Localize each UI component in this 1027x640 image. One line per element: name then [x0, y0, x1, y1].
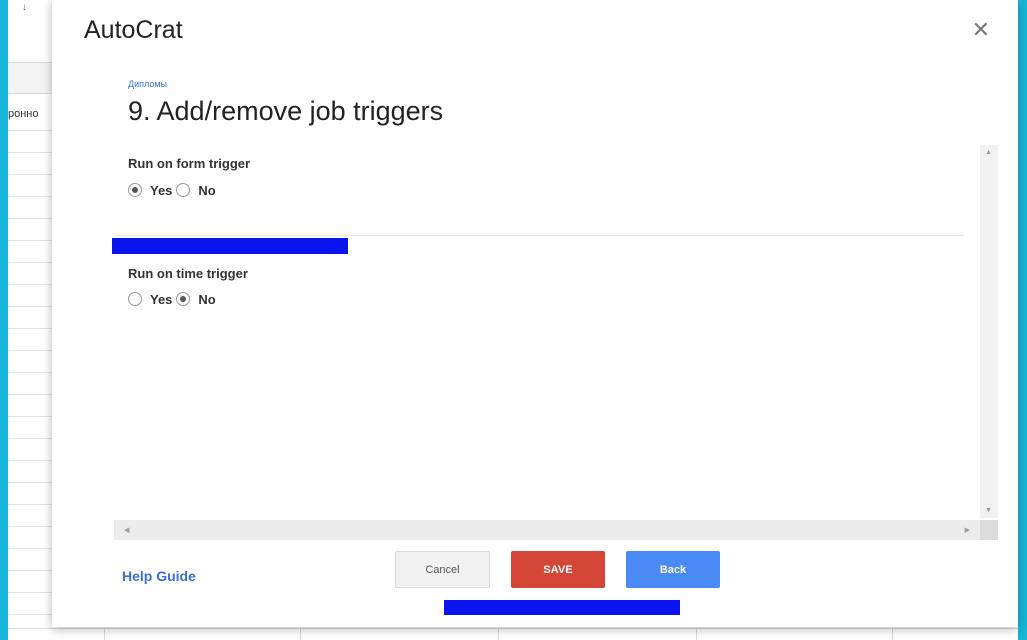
form-trigger-yes-label[interactable]: Yes	[150, 183, 172, 198]
autocrat-dialog: AutoCrat ✕ Дипломы 9. Add/remove job tri…	[52, 0, 1018, 627]
form-trigger-options: Yes No	[128, 181, 216, 199]
time-trigger-yes-label[interactable]: Yes	[150, 292, 172, 307]
triangle-up-icon[interactable]: ▲	[985, 149, 992, 156]
time-trigger-yes-radio[interactable]	[128, 292, 142, 306]
sheet-column-line	[892, 628, 893, 640]
time-trigger-no-radio[interactable]	[176, 292, 191, 306]
redaction-bar	[444, 600, 680, 615]
sheet-bottom-rule	[8, 628, 1018, 629]
horizontal-scrollbar[interactable]: ◀ ▶	[114, 520, 980, 540]
save-button[interactable]: SAVE	[511, 551, 605, 588]
form-trigger-no-label[interactable]: No	[198, 183, 215, 198]
redaction-bar	[112, 238, 348, 254]
triangle-right-icon[interactable]: ▶	[965, 526, 970, 534]
sort-icon: ↓	[22, 2, 27, 13]
form-trigger-yes-radio[interactable]	[128, 183, 142, 197]
triangle-down-icon[interactable]: ▼	[985, 507, 992, 514]
sheet-column-line	[498, 628, 499, 640]
breadcrumb[interactable]: Дипломы	[128, 79, 167, 89]
scrollbar-corner	[980, 520, 998, 540]
screen-frame: ↓ роннo AutoCrat ✕ Дипломы 9. Add/remove…	[0, 0, 1027, 640]
sheet-column-line	[696, 628, 697, 640]
time-trigger-options: Yes No	[128, 290, 216, 308]
form-trigger-no-radio[interactable]	[176, 183, 191, 197]
sheet-column-line	[104, 628, 105, 640]
triangle-left-icon[interactable]: ◀	[124, 526, 129, 534]
sheet-column-line	[300, 628, 301, 640]
time-trigger-no-label[interactable]: No	[198, 292, 215, 307]
time-trigger-label: Run on time trigger	[128, 266, 248, 281]
close-icon[interactable]: ✕	[972, 18, 990, 42]
dialog-title: AutoCrat	[84, 16, 183, 44]
vertical-scrollbar[interactable]: ▲ ▼	[980, 145, 998, 518]
back-button[interactable]: Back	[626, 551, 720, 588]
section-divider	[114, 235, 964, 236]
form-trigger-label: Run on form trigger	[128, 156, 251, 171]
page-title: 9. Add/remove job triggers	[128, 96, 444, 126]
help-guide-link[interactable]: Help Guide	[122, 568, 196, 584]
triggers-panel: Run on form trigger Yes No Run on time t…	[112, 145, 998, 540]
cancel-button[interactable]: Cancel	[395, 551, 490, 588]
